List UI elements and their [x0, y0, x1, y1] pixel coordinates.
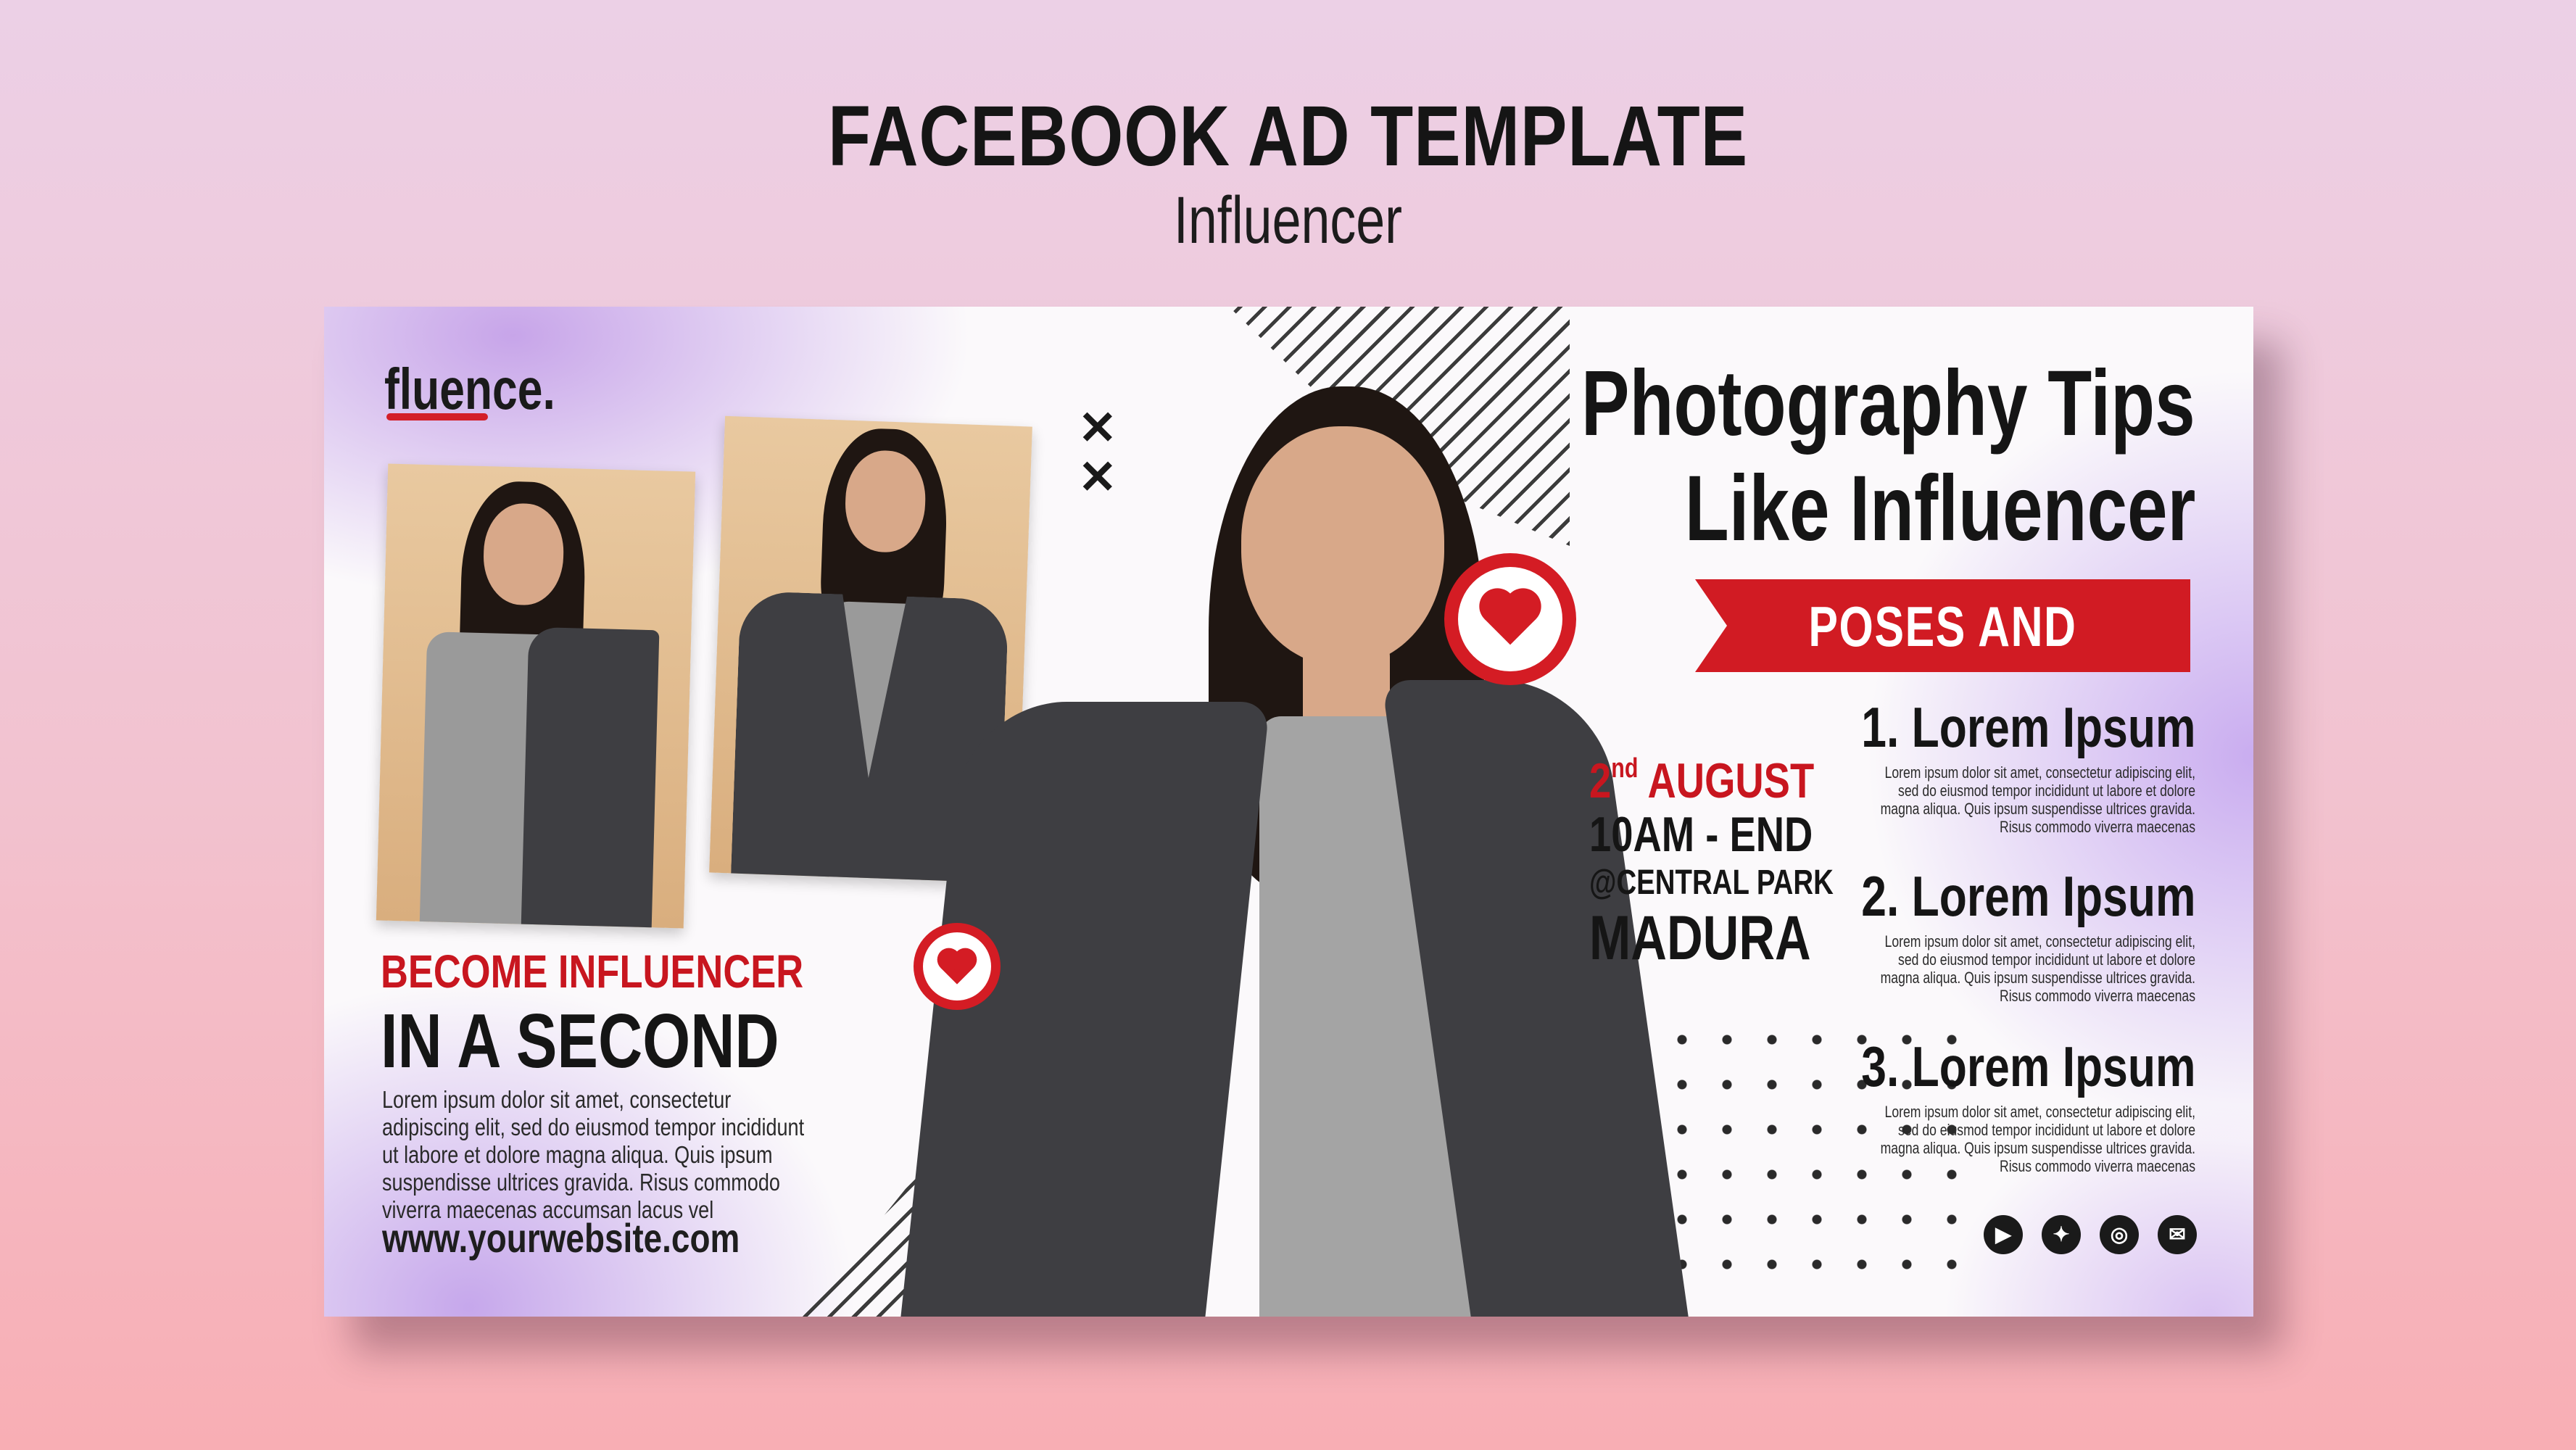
page-subtitle: Influencer [1173, 183, 1403, 257]
left-body-text: Lorem ipsum dolor sit amet, consectetur … [382, 1086, 805, 1223]
twitter-icon[interactable]: ✦ [2042, 1215, 2081, 1254]
tip-heading-1: 1. Lorem Ipsum [1860, 695, 2195, 759]
tip-body-3: Lorem ipsum dolor sit amet, consectetur … [1880, 1103, 2195, 1175]
logo-underline [386, 413, 488, 420]
website-link[interactable]: www.yourwebsite.com [382, 1214, 740, 1262]
in-a-second-heading: IN A SECOND [381, 998, 779, 1084]
model-photo-1 [376, 463, 696, 929]
tip-body-1: Lorem ipsum dolor sit amet, consectetur … [1880, 763, 2195, 836]
headline-line-2: Like Influencer [1684, 457, 2195, 560]
headline-line-1: Photography Tips [1581, 352, 2195, 455]
poses-ribbon: POSES AND ANGLES [1695, 579, 2190, 672]
event-city: MADURA [1589, 903, 1811, 973]
heart-badge-large [1444, 553, 1576, 685]
event-info: 2nd AUGUST 10AM - END @CENTRAL PARK MADU… [1589, 742, 1834, 972]
event-place: @CENTRAL PARK [1589, 863, 1834, 902]
event-date: 2nd AUGUST [1589, 753, 1815, 808]
event-time: 10AM - END [1589, 807, 1813, 862]
tip-body-2: Lorem ipsum dolor sit amet, consectetur … [1880, 932, 2195, 1005]
ad-banner: ✕ ✕ fluence. BECOME INFLUENCER IN A SECO… [324, 307, 2253, 1317]
youtube-icon[interactable]: ▶ [1984, 1215, 2023, 1254]
main-model-image [900, 376, 1689, 1317]
heart-badge-small [914, 923, 1001, 1010]
tip-heading-3: 3. Lorem Ipsum [1860, 1035, 2195, 1098]
become-influencer-label: BECOME INFLUENCER [381, 945, 804, 998]
tip-heading-2: 2. Lorem Ipsum [1860, 864, 2195, 928]
page-title: FACEBOOK AD TEMPLATE [828, 88, 1748, 184]
instagram-icon[interactable]: ◎ [2100, 1215, 2139, 1254]
messenger-icon[interactable]: ✉ [2158, 1215, 2197, 1254]
